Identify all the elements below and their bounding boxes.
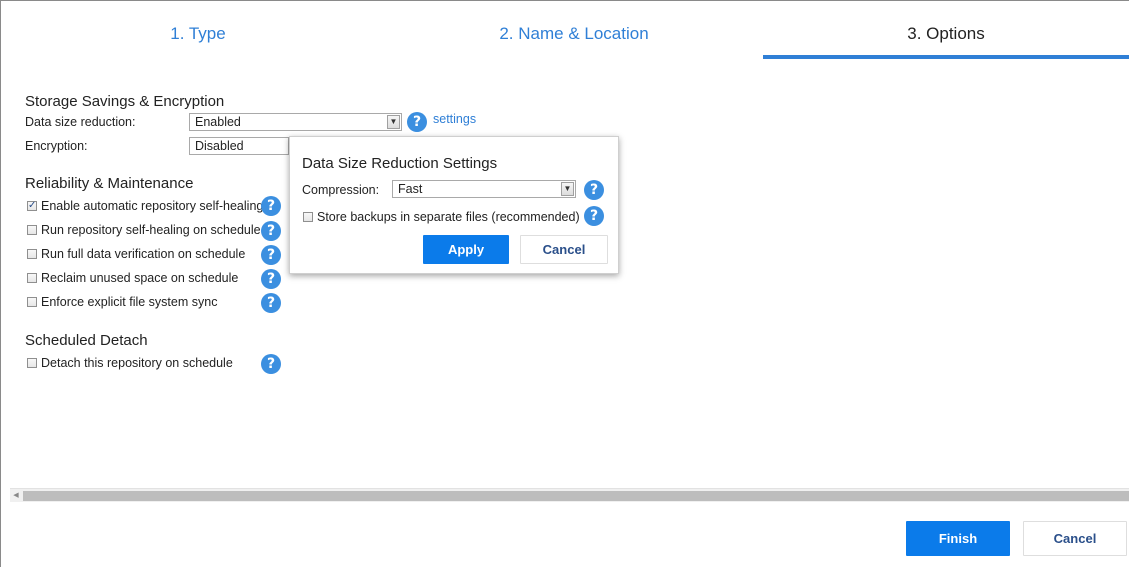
data-size-reduction-label: Data size reduction: xyxy=(25,115,136,129)
settings-link[interactable]: settings xyxy=(433,112,476,126)
reclaim-space-checkbox[interactable] xyxy=(27,272,37,283)
active-tab-indicator xyxy=(763,55,1129,59)
question-circle-icon[interactable]: ? xyxy=(584,180,604,200)
compression-select[interactable]: Fast ▼ xyxy=(392,180,576,198)
popup-cancel-button[interactable]: Cancel xyxy=(520,235,608,264)
detach-label: Detach this repository on schedule xyxy=(41,356,233,370)
data-verification-checkbox-row[interactable]: Run full data verification on schedule xyxy=(27,246,245,262)
wizard-steps: 1. Type 2. Name & Location 3. Options xyxy=(10,9,1129,59)
arrow-left-icon[interactable]: ◀ xyxy=(10,490,22,502)
reclaim-space-label: Reclaim unused space on schedule xyxy=(41,271,239,285)
data-size-reduction-popup: Data Size Reduction Settings Compression… xyxy=(289,136,619,274)
fs-sync-checkbox-row[interactable]: Enforce explicit file system sync xyxy=(27,294,217,310)
fs-sync-label: Enforce explicit file system sync xyxy=(41,295,218,309)
fs-sync-checkbox[interactable] xyxy=(27,296,37,307)
question-circle-icon[interactable]: ? xyxy=(261,245,281,265)
compression-label: Compression: xyxy=(302,183,380,197)
self-healing-label: Enable automatic repository self-healing xyxy=(41,199,264,213)
chevron-down-icon: ▼ xyxy=(561,182,574,196)
wizard-frame: 1. Type 2. Name & Location 3. Options St… xyxy=(0,0,1129,567)
reliability-section-title: Reliability & Maintenance xyxy=(25,175,194,192)
apply-button[interactable]: Apply xyxy=(423,235,509,264)
encryption-label: Encryption: xyxy=(25,139,88,153)
data-size-reduction-select[interactable]: Enabled ▼ xyxy=(189,113,402,131)
question-circle-icon[interactable]: ? xyxy=(407,112,427,132)
data-size-reduction-value: Enabled xyxy=(195,115,241,129)
scheduled-self-healing-label: Run repository self-healing on schedule xyxy=(41,223,261,237)
scrollbar-thumb[interactable] xyxy=(23,491,1129,501)
data-verification-label: Run full data verification on schedule xyxy=(41,247,246,261)
detach-checkbox-row[interactable]: Detach this repository on schedule xyxy=(27,355,233,371)
separate-files-label: Store backups in separate files (recomme… xyxy=(317,210,580,224)
compression-value: Fast xyxy=(398,182,423,196)
question-circle-icon[interactable]: ? xyxy=(261,269,281,289)
self-healing-checkbox[interactable] xyxy=(27,198,37,214)
encryption-select[interactable]: Disabled xyxy=(189,137,289,155)
separate-files-checkbox[interactable] xyxy=(303,211,313,222)
tab-options[interactable]: 3. Options xyxy=(762,9,1129,59)
tab-name-location[interactable]: 2. Name & Location xyxy=(386,9,762,59)
detach-checkbox[interactable] xyxy=(27,357,37,368)
question-circle-icon[interactable]: ? xyxy=(261,196,281,216)
cancel-button[interactable]: Cancel xyxy=(1023,521,1127,556)
self-healing-checkbox-row[interactable]: Enable automatic repository self-healing xyxy=(27,198,263,214)
storage-section-title: Storage Savings & Encryption xyxy=(25,93,225,110)
popup-title: Data Size Reduction Settings xyxy=(302,155,498,172)
data-verification-checkbox[interactable] xyxy=(27,248,37,259)
reclaim-space-checkbox-row[interactable]: Reclaim unused space on schedule xyxy=(27,270,238,286)
tab-type[interactable]: 1. Type xyxy=(10,9,386,59)
horizontal-scrollbar[interactable]: ◀ xyxy=(10,488,1129,502)
question-circle-icon[interactable]: ? xyxy=(584,206,604,226)
question-circle-icon[interactable]: ? xyxy=(261,354,281,374)
question-circle-icon[interactable]: ? xyxy=(261,293,281,313)
finish-button[interactable]: Finish xyxy=(906,521,1010,556)
chevron-down-icon: ▼ xyxy=(387,115,400,129)
separate-files-checkbox-row[interactable]: Store backups in separate files (recomme… xyxy=(303,209,580,225)
encryption-value: Disabled xyxy=(195,139,244,153)
scheduled-self-healing-checkbox[interactable] xyxy=(27,224,37,235)
scheduled-self-healing-checkbox-row[interactable]: Run repository self-healing on schedule xyxy=(27,222,261,238)
detach-section-title: Scheduled Detach xyxy=(25,332,148,349)
question-circle-icon[interactable]: ? xyxy=(261,221,281,241)
